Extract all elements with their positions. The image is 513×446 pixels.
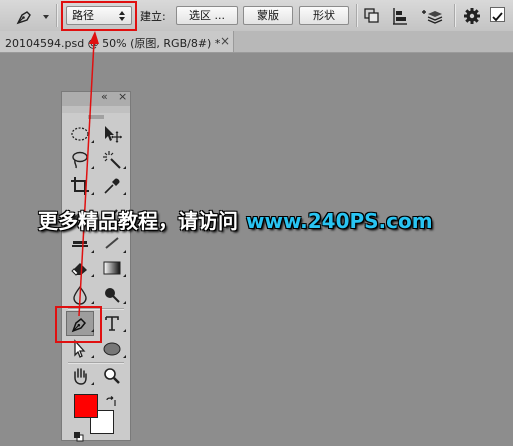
pen-tool-icon — [16, 11, 31, 25]
magnifier-icon — [104, 368, 120, 384]
tools-panel-header[interactable]: « × — [62, 90, 130, 107]
default-colors-button[interactable] — [73, 427, 84, 442]
watermark-text: 更多精品教程，请访问 — [38, 209, 238, 233]
document-tab-label: 20104594.psd @ 50% (原图, RGB/8#) * — [5, 37, 221, 50]
shape-tool[interactable] — [99, 337, 126, 361]
move-icon — [105, 126, 122, 143]
hand-tool[interactable] — [67, 364, 94, 388]
zoom-tool[interactable] — [99, 364, 125, 388]
ellipse-shape-icon — [103, 342, 121, 356]
history-brush-tool[interactable] — [99, 232, 126, 256]
marquee-tool[interactable] — [67, 122, 94, 146]
gradient-icon — [103, 261, 121, 275]
elliptical-marquee-icon — [71, 127, 89, 141]
settings-button[interactable] — [462, 6, 482, 26]
swap-colors-button[interactable] — [105, 393, 117, 406]
magic-wand-icon — [103, 151, 121, 169]
type-icon — [105, 316, 119, 331]
make-label: 建立: — [140, 10, 166, 23]
path-alignment-button[interactable] — [390, 6, 410, 26]
lasso-tool[interactable] — [67, 148, 94, 172]
document-tab[interactable]: 20104594.psd @ 50% (原图, RGB/8#) * × — [0, 31, 234, 53]
path-arrangement-button[interactable] — [420, 6, 444, 26]
history-brush-icon — [105, 237, 119, 249]
dodge-icon — [105, 288, 120, 303]
quick-selection-tool[interactable] — [99, 148, 126, 172]
tab-strip — [234, 31, 513, 53]
default-colors-icon — [74, 432, 84, 442]
chevron-down-icon — [43, 15, 49, 19]
mask-button[interactable]: 蒙版 — [243, 6, 293, 25]
move-tool[interactable] — [99, 122, 125, 146]
tools-panel-grip[interactable] — [62, 106, 130, 119]
dodge-tool[interactable] — [99, 283, 126, 307]
blur-tool[interactable] — [67, 283, 94, 307]
clone-stamp-tool[interactable] — [67, 232, 94, 256]
lasso-icon — [72, 151, 88, 169]
separator — [454, 4, 455, 27]
eraser-tool[interactable] — [67, 256, 94, 280]
auto-add-delete-checkbox[interactable] — [490, 7, 505, 22]
close-icon[interactable]: × — [220, 34, 230, 48]
tool-preset-picker[interactable] — [14, 6, 54, 26]
collapse-icon[interactable]: « — [101, 90, 108, 103]
watermark-url: www.240PS.com — [246, 209, 433, 233]
close-icon[interactable]: × — [118, 90, 127, 103]
eyedropper-tool[interactable] — [99, 174, 126, 198]
eraser-icon — [71, 263, 87, 276]
path-arrangement-icon — [422, 10, 443, 24]
path-operations-icon — [364, 8, 379, 23]
path-alignment-icon — [393, 8, 407, 25]
hand-icon — [74, 368, 87, 385]
gradient-tool[interactable] — [99, 256, 126, 280]
grip-icon — [88, 115, 104, 119]
mode-select-highlight — [61, 1, 137, 31]
checkmark-icon — [492, 12, 503, 22]
gear-icon — [464, 8, 480, 24]
drop-icon — [73, 285, 87, 305]
crop-icon — [71, 177, 89, 195]
path-operations-button[interactable] — [362, 6, 382, 26]
watermark: 更多精品教程，请访问 www.240PS.com — [38, 205, 433, 234]
selection-button[interactable]: 选区 ... — [176, 6, 238, 25]
stamp-icon — [72, 241, 88, 247]
separator — [68, 362, 124, 363]
separator — [356, 4, 357, 27]
swap-arrows-icon — [106, 396, 116, 406]
crop-tool[interactable] — [67, 174, 94, 198]
type-tool[interactable] — [99, 311, 126, 335]
separator — [56, 4, 57, 27]
shape-button[interactable]: 形状 — [299, 6, 349, 25]
tools-panel: « × — [61, 90, 131, 442]
eyedropper-icon — [104, 178, 120, 194]
foreground-color-swatch[interactable] — [74, 394, 98, 418]
pen-tool-highlight — [55, 306, 102, 343]
